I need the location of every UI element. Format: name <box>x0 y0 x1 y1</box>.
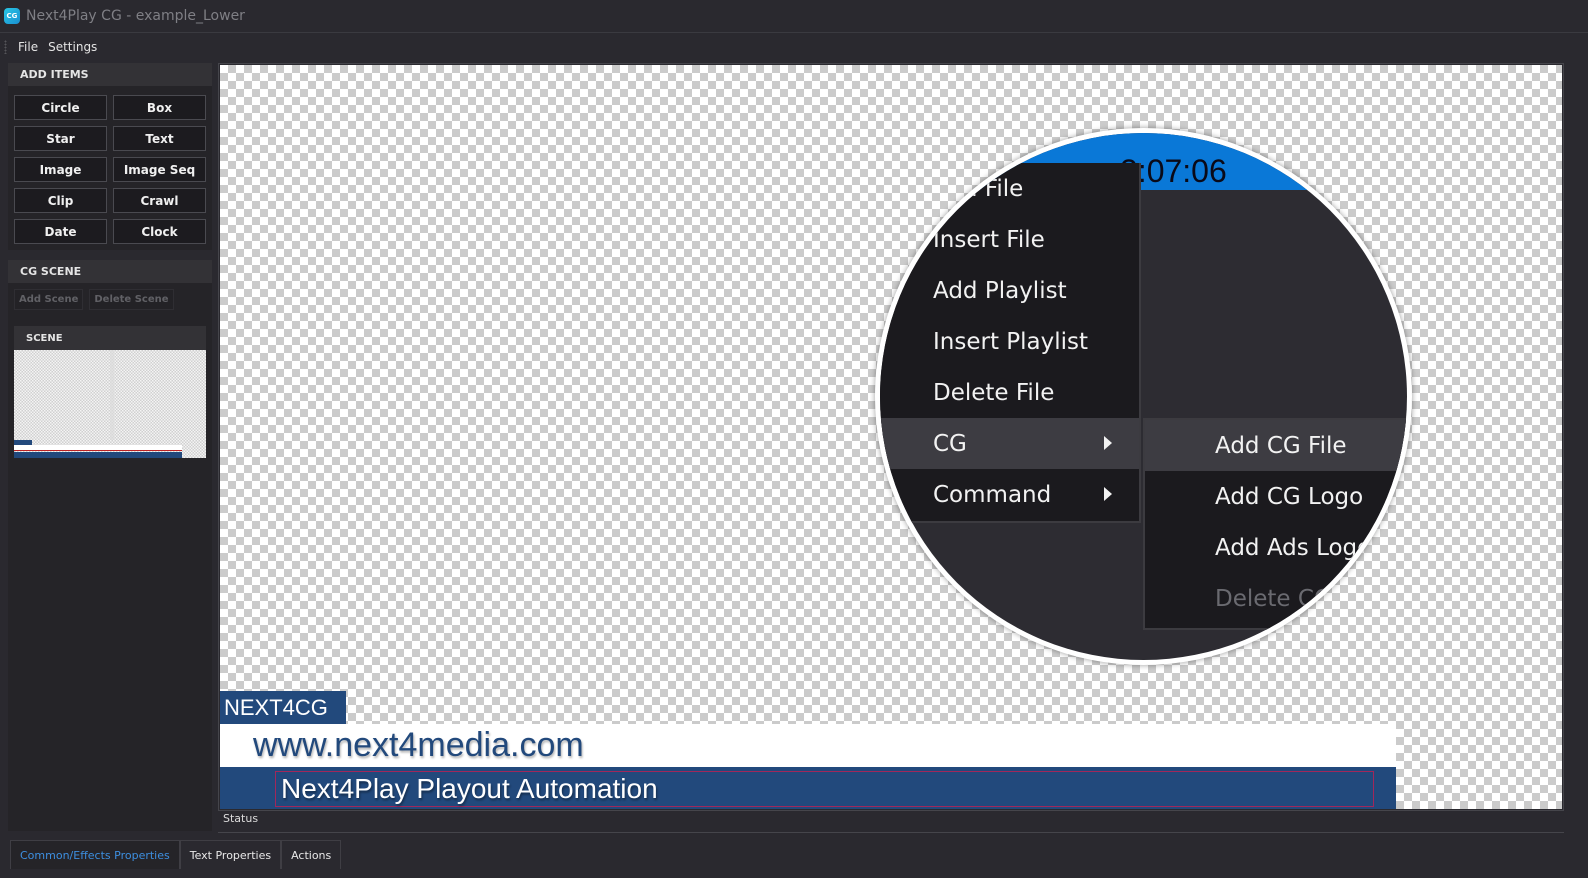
lower-third-caption-bar[interactable]: Next4Play Playout Automation <box>220 767 1396 809</box>
app-logo-icon: CG <box>4 8 20 24</box>
thumbnail-divider <box>110 350 114 440</box>
add-clip-button[interactable]: Clip <box>14 188 107 213</box>
lower-third-tag[interactable]: NEXT4CG <box>220 691 346 724</box>
menu-settings[interactable]: Settings <box>48 40 97 54</box>
submenu-label: Add CG File <box>1215 432 1347 459</box>
add-clock-button[interactable]: Clock <box>113 219 206 244</box>
menu-item-label: Command <box>933 481 1052 508</box>
menu-item-add-playlist[interactable]: Add Playlist <box>880 265 1139 316</box>
add-scene-button[interactable]: Add Scene <box>14 289 84 310</box>
cg-submenu: Add CG File Add CG Logo Add Ads Logo Del… <box>1143 418 1407 630</box>
menu-item-insert-file[interactable]: Insert File <box>880 214 1139 265</box>
lower-third-caption-selected[interactable]: Next4Play Playout Automation <box>275 771 1374 807</box>
menu-item-label: Delete File <box>933 379 1055 406</box>
sidebar: ADD ITEMS Circle Box Star Text Image Ima… <box>8 63 212 831</box>
submenu-add-cg-logo[interactable]: Add CG Logo <box>1145 471 1407 522</box>
menu-item-command[interactable]: Command <box>880 469 1139 520</box>
menu-file[interactable]: File <box>18 40 38 54</box>
submenu-add-ads-logo[interactable]: Add Ads Logo <box>1145 522 1407 573</box>
scene-header: SCENE <box>14 326 206 350</box>
menu-item-delete-file[interactable]: Delete File <box>880 367 1139 418</box>
menu-item-label: Insert File <box>933 226 1045 253</box>
menu-bar: File Settings <box>0 36 1588 58</box>
magnifier-content: 3:07:06 Add File Insert File Add Playlis… <box>880 133 1407 660</box>
delete-scene-button[interactable]: Delete Scene <box>89 289 174 310</box>
add-box-button[interactable]: Box <box>113 95 206 120</box>
status-divider <box>218 832 1564 833</box>
tab-common-effects-properties[interactable]: Common/Effects Properties <box>10 840 180 869</box>
scene-panel: SCENE <box>14 326 206 458</box>
submenu-label: Add Ads Logo <box>1215 534 1372 561</box>
submenu-arrow-icon <box>1104 487 1112 501</box>
submenu-add-cg-file[interactable]: Add CG File <box>1145 420 1407 471</box>
thumbnail-blue-bar <box>14 452 182 458</box>
menu-item-label: Insert Playlist <box>933 328 1089 355</box>
submenu-arrow-icon <box>1104 436 1112 450</box>
tab-actions[interactable]: Actions <box>281 840 342 869</box>
properties-tabs: Common/Effects Properties Text Propertie… <box>10 840 342 869</box>
window-title: Next4Play CG - example_Lower <box>26 8 245 24</box>
menu-item-cg[interactable]: CG <box>880 418 1139 469</box>
tab-text-properties[interactable]: Text Properties <box>179 840 282 869</box>
menu-item-label: CG <box>933 430 967 457</box>
status-label: Status <box>223 812 259 825</box>
cg-scene-header: CG SCENE <box>8 260 212 283</box>
add-crawl-button[interactable]: Crawl <box>113 188 206 213</box>
grip-icon <box>4 40 7 54</box>
add-image-button[interactable]: Image <box>14 157 107 182</box>
section-divider <box>8 250 212 260</box>
submenu-label: Delete CG <box>1215 585 1332 612</box>
magnifier-callout: 3:07:06 Add File Insert File Add Playlis… <box>875 128 1412 665</box>
add-circle-button[interactable]: Circle <box>14 95 107 120</box>
context-menu: Add File Insert File Add Playlist Insert… <box>880 163 1141 523</box>
add-items-grid: Circle Box Star Text Image Image Seq Cli… <box>8 86 212 250</box>
submenu-label: Add CG Logo <box>1215 483 1364 510</box>
menu-item-insert-playlist[interactable]: Insert Playlist <box>880 316 1139 367</box>
scene-thumbnail[interactable] <box>14 350 206 458</box>
lower-third-url: www.next4media.com <box>253 726 584 764</box>
menu-item-label: Add File <box>933 175 1024 202</box>
lower-third-url-bar[interactable]: www.next4media.com <box>220 724 1396 767</box>
add-text-button[interactable]: Text <box>113 126 206 151</box>
thumbnail-white-bar <box>14 445 182 451</box>
add-image-seq-button[interactable]: Image Seq <box>113 157 206 182</box>
add-star-button[interactable]: Star <box>14 126 107 151</box>
menu-item-label: Add Playlist <box>933 277 1067 304</box>
title-bar: CG Next4Play CG - example_Lower <box>0 0 1588 33</box>
submenu-delete-cg: Delete CG <box>1145 573 1407 624</box>
menu-item-add-file[interactable]: Add File <box>880 163 1139 214</box>
add-date-button[interactable]: Date <box>14 219 107 244</box>
scene-buttons: Add Scene Delete Scene <box>8 283 212 316</box>
add-items-header: ADD ITEMS <box>8 63 212 86</box>
